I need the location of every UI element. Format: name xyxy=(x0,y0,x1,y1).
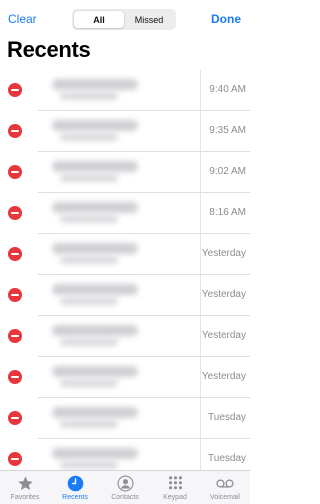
tab-keypad[interactable]: Keypad xyxy=(150,471,200,504)
call-row[interactable]: Yesterday xyxy=(0,316,250,357)
caller-name-blurred xyxy=(52,161,138,172)
tab-label-recents: Recents xyxy=(62,494,88,501)
tab-label-keypad: Keypad xyxy=(163,494,187,501)
voicemail-icon xyxy=(216,474,234,492)
tab-label-favorites: Favorites xyxy=(10,494,40,501)
caller-name-blurred xyxy=(52,243,138,254)
call-time: 9:35 AM xyxy=(209,125,246,136)
segment-missed[interactable]: Missed xyxy=(124,11,174,28)
caller-detail-blurred xyxy=(60,174,118,182)
caller-detail-blurred xyxy=(60,215,118,223)
delete-minus-icon[interactable] xyxy=(8,411,22,425)
call-row[interactable]: Yesterday xyxy=(0,234,250,275)
tab-contacts[interactable]: Contacts xyxy=(100,471,150,504)
caller-detail-blurred xyxy=(60,420,118,428)
tab-favorites[interactable]: Favorites xyxy=(0,471,50,504)
caller-name-blurred xyxy=(52,448,138,459)
call-row[interactable]: 9:02 AM xyxy=(0,152,250,193)
delete-minus-icon[interactable] xyxy=(8,329,22,343)
caller-name-blurred xyxy=(52,366,138,377)
call-time: 9:40 AM xyxy=(209,84,246,95)
call-time: Yesterday xyxy=(201,371,246,382)
call-time: 9:02 AM xyxy=(209,166,246,177)
caller-detail-blurred xyxy=(60,92,118,100)
call-time: Yesterday xyxy=(201,248,246,259)
person-circle-icon xyxy=(116,474,134,492)
delete-minus-icon[interactable] xyxy=(8,247,22,261)
call-time: Tuesday xyxy=(208,412,246,423)
navigation-bar: Clear All Missed Done xyxy=(0,0,250,38)
call-time: Yesterday xyxy=(201,289,246,300)
caller-detail-blurred xyxy=(60,379,118,387)
tab-label-contacts: Contacts xyxy=(111,494,139,501)
caller-name-blurred xyxy=(52,202,138,213)
caller-name-blurred xyxy=(52,120,138,131)
caller-detail-blurred xyxy=(60,256,118,264)
caller-name-blurred xyxy=(52,284,138,295)
delete-minus-icon[interactable] xyxy=(8,288,22,302)
clock-icon xyxy=(66,474,84,492)
delete-minus-icon[interactable] xyxy=(8,124,22,138)
call-row[interactable]: Yesterday xyxy=(0,357,250,398)
call-row[interactable]: 8:16 AM xyxy=(0,193,250,234)
delete-minus-icon[interactable] xyxy=(8,165,22,179)
call-time: Tuesday xyxy=(208,453,246,464)
delete-minus-icon[interactable] xyxy=(8,452,22,466)
caller-detail-blurred xyxy=(60,338,118,346)
call-time: 8:16 AM xyxy=(209,207,246,218)
tab-voicemail[interactable]: Voicemail xyxy=(200,471,250,504)
delete-minus-icon[interactable] xyxy=(8,83,22,97)
segment-all[interactable]: All xyxy=(74,11,124,28)
clear-button[interactable]: Clear xyxy=(8,12,37,26)
caller-name-blurred xyxy=(52,407,138,418)
delete-minus-icon[interactable] xyxy=(8,206,22,220)
page-title: Recents xyxy=(7,37,91,62)
call-row[interactable]: Tuesday xyxy=(0,398,250,439)
all-missed-segmented-control: All Missed xyxy=(72,9,176,30)
recents-list: 9:40 AM 9:35 AM 9:02 AM 8:16 AM Yesterda… xyxy=(0,70,250,480)
call-row[interactable]: 9:35 AM xyxy=(0,111,250,152)
tab-label-voicemail: Voicemail xyxy=(210,494,240,501)
call-row[interactable]: 9:40 AM xyxy=(0,70,250,111)
done-button[interactable]: Done xyxy=(211,12,241,26)
caller-detail-blurred xyxy=(60,297,118,305)
tab-recents[interactable]: Recents xyxy=(50,471,100,504)
call-row[interactable]: Yesterday xyxy=(0,275,250,316)
caller-name-blurred xyxy=(52,79,138,90)
star-icon xyxy=(16,474,34,492)
delete-minus-icon[interactable] xyxy=(8,370,22,384)
keypad-icon xyxy=(166,474,184,492)
caller-detail-blurred xyxy=(60,133,118,141)
tab-bar: Favorites Recents Contacts Keypad Voicem… xyxy=(0,470,250,504)
call-time: Yesterday xyxy=(201,330,246,341)
caller-detail-blurred xyxy=(60,461,118,469)
caller-name-blurred xyxy=(52,325,138,336)
